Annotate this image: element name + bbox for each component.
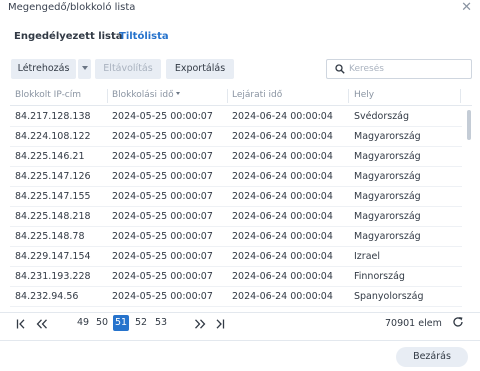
caret-down-icon [81,65,88,70]
cell-expiry: 2024-06-24 00:00:04 [232,191,333,202]
table-row[interactable]: 84.225.147.155 2024-05-25 00:00:07 2024-06… [10,187,462,207]
cell-expiry: 2024-06-24 00:00:04 [232,231,333,242]
search-icon [335,64,345,74]
cell-location: Magyarország [354,171,421,182]
cell-ip: 84.231.193.228 [15,271,91,282]
create-dropdown-button[interactable] [78,59,91,79]
cell-ip: 84.225.148.218 [15,211,91,222]
column-divider[interactable] [107,89,108,103]
cell-expiry: 2024-06-24 00:00:04 [232,171,333,182]
cell-location: Magyarország [354,211,421,222]
export-button[interactable]: Exportálás [166,59,234,79]
cell-location: Spanyolország [354,291,424,302]
cell-ip: 84.232.94.56 [15,291,79,302]
table-row[interactable]: 84.231.193.228 2024-05-25 00:00:07 2024-06… [10,267,462,287]
cell-block-time: 2024-05-25 00:00:07 [112,171,213,182]
window-titlebar: Megengedő/blokkoló lista ✕ [0,0,480,20]
dialog-footer: Bezárás [0,340,480,371]
refresh-icon[interactable] [452,316,464,328]
column-header-ip[interactable]: Blokkolt IP-cím [15,90,81,100]
toolbar: Létrehozás Eltávolítás Exportálás [0,59,480,81]
cell-location: Magyarország [354,151,421,162]
last-page-icon[interactable] [213,319,225,329]
cell-ip: 84.225.147.126 [15,171,91,182]
column-header-block-time[interactable]: Blokkolási idő [112,90,180,100]
column-divider[interactable] [227,89,228,103]
table-header: Blokkolt IP-cím Blokkolási idő Lejárati … [10,86,472,106]
cell-block-time: 2024-05-25 00:00:07 [112,271,213,282]
cell-block-time: 2024-05-25 00:00:07 [112,111,213,122]
prev-page-icon[interactable] [36,319,48,329]
cell-location: Magyarország [354,191,421,202]
tab-block-list[interactable]: Tiltólista [119,31,169,42]
total-count: 70901 elem [385,318,442,329]
search-input[interactable] [349,62,467,76]
cell-block-time: 2024-05-25 00:00:07 [112,151,213,162]
table-row[interactable]: 84.217.128.138 2024-05-25 00:00:07 2024-06… [10,107,462,127]
cell-location: Magyarország [354,231,421,242]
cell-block-time: 2024-05-25 00:00:07 [112,251,213,262]
table-row[interactable]: 84.225.148.78 2024-05-25 00:00:07 2024-06-… [10,227,462,247]
cell-location: Svédország [354,111,410,122]
page-number-current[interactable]: 51 [113,315,129,331]
page-number[interactable]: 50 [94,315,110,331]
sort-desc-icon [175,92,180,95]
table-row[interactable]: 84.229.147.154 2024-05-25 00:00:07 2024-06… [10,247,462,267]
page-number[interactable]: 52 [133,315,149,331]
search-box[interactable] [326,59,472,79]
cell-block-time: 2024-05-25 00:00:07 [112,211,213,222]
cell-location: Finnország [354,271,405,282]
cell-block-time: 2024-05-25 00:00:07 [112,231,213,242]
first-page-icon[interactable] [16,319,28,329]
cell-expiry: 2024-06-24 00:00:04 [232,111,333,122]
cell-ip: 84.217.128.138 [15,111,91,122]
cell-ip: 84.229.147.154 [15,251,91,262]
column-header-location[interactable]: Hely [354,90,374,100]
table-scrollbar[interactable] [467,106,472,306]
scrollbar-thumb[interactable] [467,110,471,140]
window-title: Megengedő/blokkoló lista [8,2,136,13]
cell-expiry: 2024-06-24 00:00:04 [232,251,333,262]
cell-ip: 84.225.147.155 [15,191,91,202]
table-row[interactable]: 84.225.148.218 2024-05-25 00:00:07 2024-06… [10,207,462,227]
pagination: 49 50 51 52 53 70901 elem [0,312,480,334]
create-button[interactable]: Létrehozás [11,59,76,79]
column-divider[interactable] [348,89,349,103]
column-divider[interactable] [460,89,461,103]
tab-bar: Engedélyezett lista Tiltólista [0,26,480,50]
cell-expiry: 2024-06-24 00:00:04 [232,131,333,142]
cell-expiry: 2024-06-24 00:00:04 [232,211,333,222]
remove-button[interactable]: Eltávolítás [95,59,161,79]
blocklist-table: Blokkolt IP-cím Blokkolási idő Lejárati … [10,86,472,308]
cell-block-time: 2024-05-25 00:00:07 [112,291,213,302]
table-row[interactable]: 84.225.147.126 2024-05-25 00:00:07 2024-06… [10,167,462,187]
page-number[interactable]: 49 [75,315,91,331]
table-row[interactable]: 84.224.108.122 2024-05-25 00:00:07 2024-06… [10,127,462,147]
cell-block-time: 2024-05-25 00:00:07 [112,131,213,142]
cell-ip: 84.224.108.122 [15,131,91,142]
table-row[interactable]: 84.232.94.56 2024-05-25 00:00:07 2024-06-2… [10,287,462,307]
cell-expiry: 2024-06-24 00:00:04 [232,291,333,302]
next-page-icon[interactable] [194,319,206,329]
page-number[interactable]: 53 [153,315,169,331]
cell-block-time: 2024-05-25 00:00:07 [112,191,213,202]
cell-ip: 84.225.148.78 [15,231,85,242]
column-header-expiry[interactable]: Lejárati idő [232,90,282,100]
table-row[interactable]: 84.225.146.21 2024-05-25 00:00:07 2024-06-… [10,147,462,167]
cell-location: Izrael [354,251,380,262]
close-button[interactable]: Bezárás [396,347,468,367]
cell-location: Magyarország [354,131,421,142]
cell-ip: 84.225.146.21 [15,151,85,162]
close-icon[interactable]: ✕ [461,0,472,15]
cell-expiry: 2024-06-24 00:00:04 [232,271,333,282]
cell-expiry: 2024-06-24 00:00:04 [232,151,333,162]
tab-allow-list[interactable]: Engedélyezett lista [14,31,123,42]
